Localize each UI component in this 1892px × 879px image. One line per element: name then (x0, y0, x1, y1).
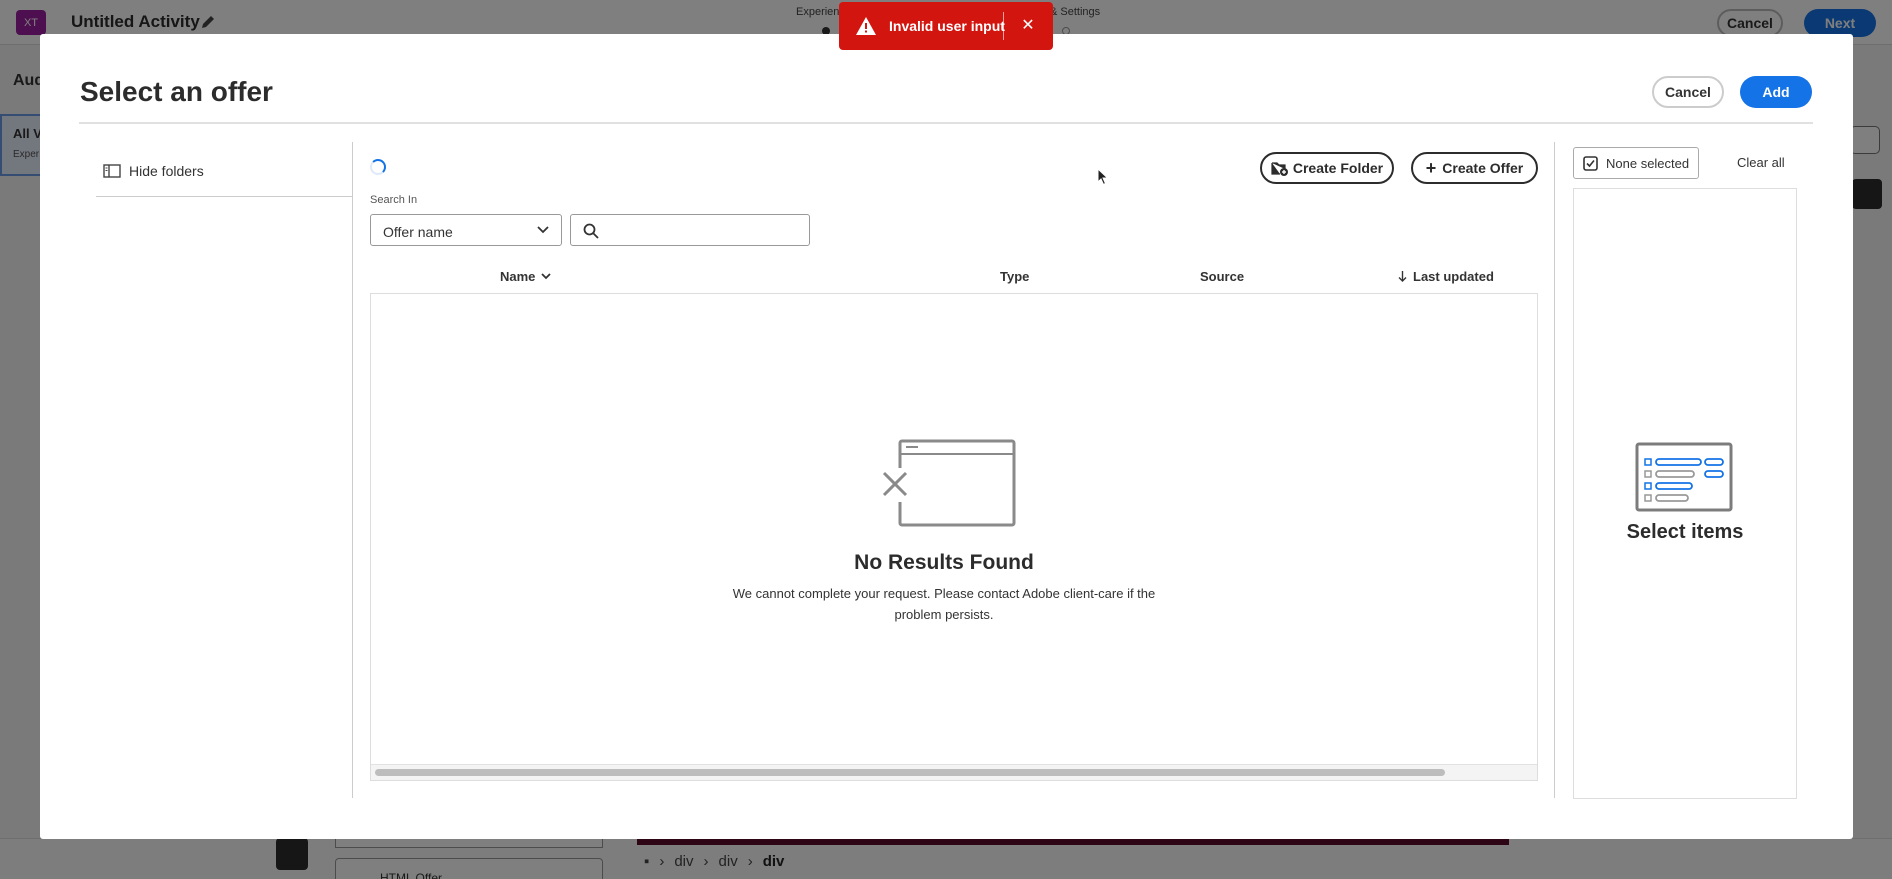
alert-icon (856, 17, 876, 35)
folder-add-icon (1271, 162, 1288, 176)
select-items-illustration-icon (1635, 442, 1733, 512)
toast-message: Invalid user input (889, 18, 1005, 34)
column-header-type[interactable]: Type (1000, 269, 1029, 284)
horizontal-scrollbar[interactable] (371, 764, 1537, 780)
search-in-label: Search In (370, 194, 418, 206)
loading-spinner-icon (370, 159, 386, 175)
column-header-last-updated[interactable]: Last updated (1398, 269, 1494, 284)
create-offer-button[interactable]: + Create Offer (1411, 152, 1538, 184)
column-header-source[interactable]: Source (1200, 269, 1244, 284)
mouse-cursor-icon (1097, 168, 1109, 186)
dialog-title: Select an offer (80, 76, 273, 107)
panel-separator (1554, 142, 1555, 798)
hide-folders-label: Hide folders (129, 163, 204, 179)
dialog-divider (79, 122, 1813, 124)
search-field[interactable] (570, 214, 810, 246)
search-in-select[interactable]: Offer name (370, 214, 562, 246)
toast-divider (1003, 12, 1004, 40)
scrollbar-thumb[interactable] (375, 769, 1445, 776)
column-header-label: Type (1000, 269, 1030, 284)
search-input[interactable] (607, 219, 803, 241)
create-folder-label: Create Folder (1292, 160, 1384, 176)
no-results-illustration-icon (882, 439, 1016, 527)
folder-panel-icon (103, 164, 121, 178)
plus-icon: + (1425, 158, 1437, 178)
panel-separator (352, 142, 353, 798)
search-in-value: Offer name (383, 224, 453, 240)
create-folder-button[interactable]: Create Folder (1260, 152, 1394, 184)
dialog-add-button[interactable]: Add (1740, 76, 1812, 108)
no-results-description: We cannot complete your request. Please … (732, 586, 1156, 622)
none-selected-label: None selected (1606, 155, 1690, 171)
clear-all-link[interactable]: Clear all (1737, 155, 1785, 170)
no-results-title: No Results Found (854, 551, 1034, 574)
none-selected-button[interactable]: None selected (1573, 147, 1699, 179)
dialog-cancel-button[interactable]: Cancel (1652, 76, 1724, 108)
offers-table (370, 293, 1538, 781)
column-header-label: Name (500, 269, 536, 284)
hide-folders-button[interactable]: Hide folders (103, 163, 204, 179)
chevron-down-icon (541, 273, 552, 280)
select-items-title: Select items (1626, 521, 1744, 543)
column-header-label: Source (1200, 269, 1245, 284)
column-header-label: Last updated (1413, 269, 1494, 284)
folders-divider (96, 196, 352, 197)
error-toast: Invalid user input ✕ (839, 2, 1053, 50)
select-offer-dialog: Select an offer Cancel Add Hide folders … (40, 34, 1853, 839)
chevron-down-icon (537, 226, 549, 234)
create-offer-label: Create Offer (1442, 160, 1524, 176)
column-header-name[interactable]: Name (500, 269, 552, 284)
checkbox-icon (1583, 155, 1598, 171)
close-icon[interactable]: ✕ (1019, 17, 1037, 35)
arrow-down-icon (1398, 271, 1407, 282)
search-icon (583, 223, 599, 239)
